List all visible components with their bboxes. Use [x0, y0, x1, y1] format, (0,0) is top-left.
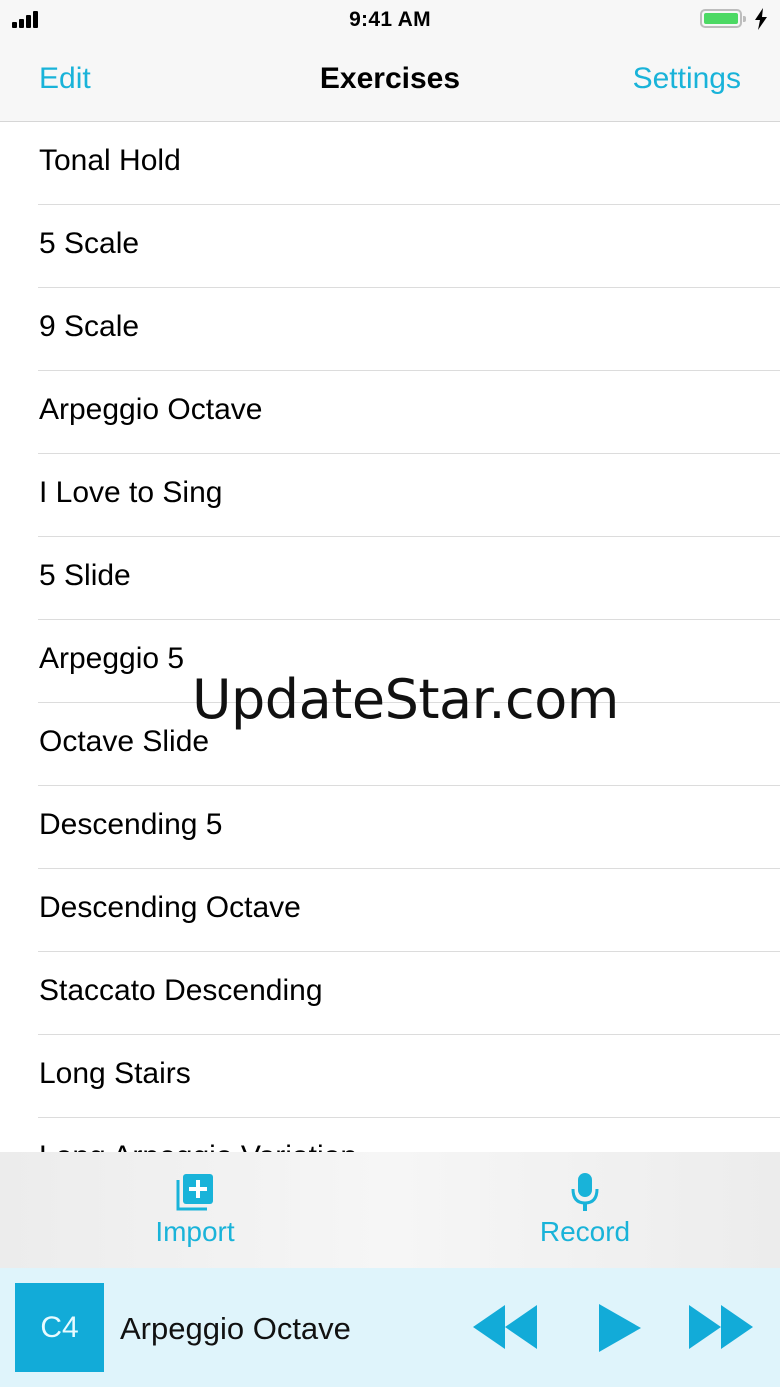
charging-bolt-icon: [755, 8, 767, 30]
watermark: UpdateStar.com: [192, 668, 619, 731]
navigation-bar: Edit Exercises Settings: [0, 38, 780, 122]
list-item[interactable]: 9 Scale: [0, 288, 780, 371]
list-item-label: 9 Scale: [39, 310, 140, 343]
fast-forward-icon[interactable]: [687, 1303, 757, 1351]
now-playing-title[interactable]: Arpeggio Octave: [120, 1311, 351, 1347]
list-item[interactable]: Descending 5: [0, 786, 780, 869]
list-item-label: Descending 5: [39, 808, 223, 841]
list-item-label: Descending Octave: [39, 891, 301, 924]
record-label: Record: [539, 1216, 631, 1247]
list-item-label: Arpeggio Octave: [39, 393, 263, 426]
list-item[interactable]: Descending Octave: [0, 869, 780, 952]
list-item[interactable]: Long Arpeggio Variation: [0, 1118, 780, 1152]
microphone-icon: [571, 1173, 599, 1211]
list-item-label: 5 Scale: [39, 227, 140, 260]
battery-icon: [700, 9, 746, 28]
list-item[interactable]: Arpeggio Octave: [0, 371, 780, 454]
list-item[interactable]: I Love to Sing: [0, 454, 780, 537]
status-bar: 9:41 AM: [0, 0, 780, 38]
mini-player: C4 Arpeggio Octave: [0, 1268, 780, 1387]
import-label: Import: [155, 1216, 235, 1247]
list-item-label: Long Stairs: [39, 1057, 191, 1090]
import-icon: [176, 1174, 213, 1211]
status-time: 9:41 AM: [349, 8, 431, 31]
play-icon[interactable]: [597, 1303, 643, 1353]
exercise-list[interactable]: Tonal Hold 5 Scale 9 Scale Arpeggio Octa…: [0, 122, 780, 1152]
list-item-label: Long Arpeggio Variation: [39, 1140, 357, 1152]
list-item-label: Staccato Descending: [39, 974, 323, 1007]
key-badge[interactable]: C4: [15, 1283, 104, 1372]
import-button[interactable]: Import: [85, 1152, 305, 1268]
list-item[interactable]: 5 Scale: [0, 205, 780, 288]
list-item-label: Octave Slide: [39, 725, 210, 758]
settings-button[interactable]: Settings: [633, 62, 741, 96]
list-item-label: I Love to Sing: [39, 476, 223, 509]
rewind-icon[interactable]: [471, 1303, 541, 1351]
bottom-toolbar: Import Record: [0, 1152, 780, 1268]
list-item[interactable]: 5 Slide: [0, 537, 780, 620]
list-item[interactable]: Tonal Hold: [0, 122, 780, 205]
record-button[interactable]: Record: [475, 1152, 695, 1268]
list-item[interactable]: Long Stairs: [0, 1035, 780, 1118]
list-item-label: Arpeggio 5: [39, 642, 185, 675]
list-item-label: Tonal Hold: [39, 144, 181, 177]
list-item-label: 5 Slide: [39, 559, 131, 592]
list-item[interactable]: Staccato Descending: [0, 952, 780, 1035]
